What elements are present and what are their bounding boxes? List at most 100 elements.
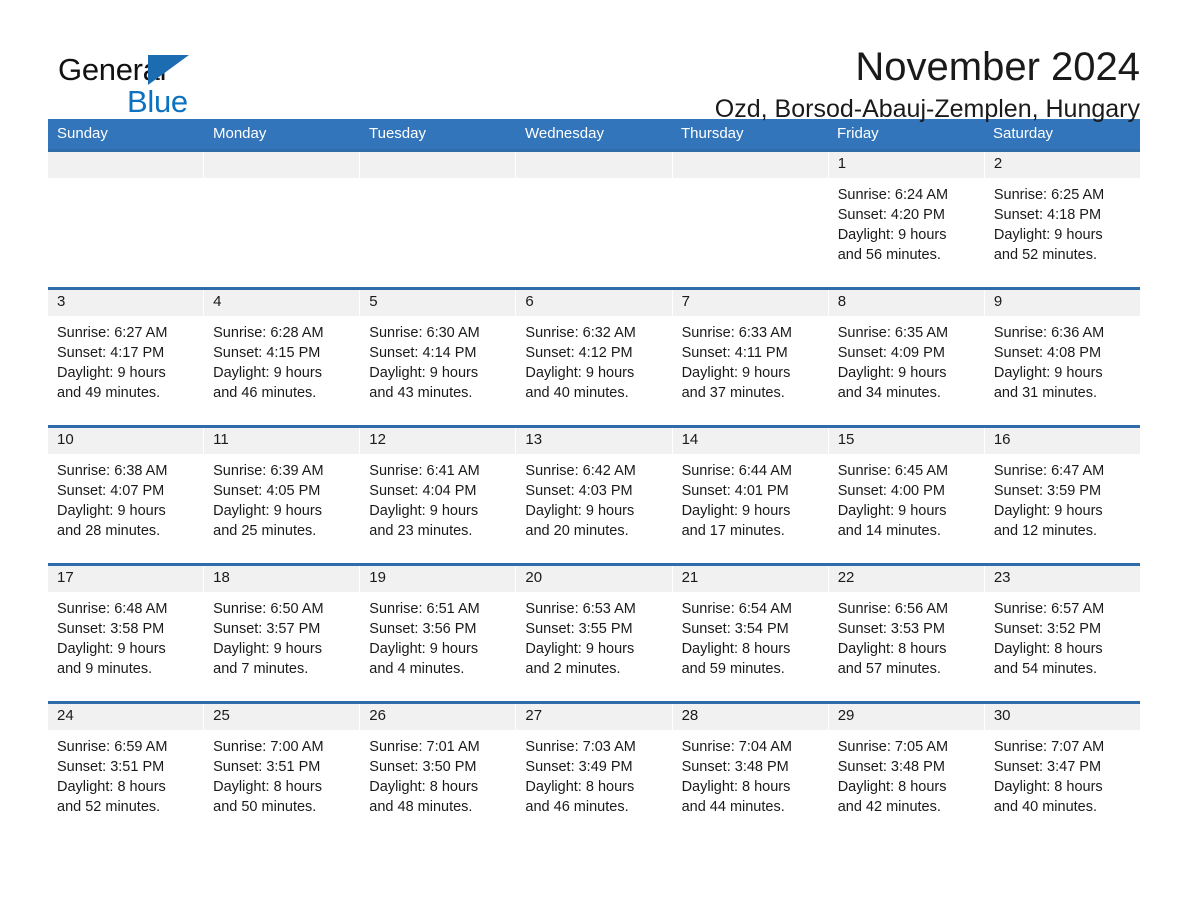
sunrise-text: Sunrise: 6:30 AM xyxy=(369,325,480,341)
calendar-day-cell[interactable]: 3 Sunrise: 6:27 AM Sunset: 4:17 PM Daylight… xyxy=(48,290,205,425)
sunrise-text: Sunrise: 7:04 AM xyxy=(681,739,792,755)
calendar-day-cell[interactable]: 29 Sunrise: 7:05 AM Sunset: 3:48 PM Dayligh… xyxy=(828,704,985,839)
sunset-text: Sunset: 3:58 PM xyxy=(57,621,165,637)
day-number-strip: 1 xyxy=(828,152,984,178)
day-number-strip: 7 xyxy=(672,290,828,316)
calendar-day-cell[interactable]: 6 Sunrise: 6:32 AM Sunset: 4:12 PM Daylight… xyxy=(516,290,673,425)
calendar-day-cell[interactable]: 10 Sunrise: 6:38 AM Sunset: 4:07 PM Dayligh… xyxy=(48,428,205,563)
daylight-text-cont: and 7 minutes. xyxy=(213,661,309,677)
calendar-day-cell[interactable]: 24 Sunrise: 6:59 AM Sunset: 3:51 PM Dayligh… xyxy=(48,704,205,839)
sunrise-text: Sunrise: 6:25 AM xyxy=(993,187,1105,203)
calendar-day-cell[interactable]: 1 Sunrise: 6:24 AM Sunset: 4:20 PM Daylight… xyxy=(828,152,985,287)
calendar-day-cell[interactable]: 4 Sunrise: 6:28 AM Sunset: 4:15 PM Daylight… xyxy=(204,290,361,425)
calendar-day-cell-empty xyxy=(48,152,205,287)
daylight-text: Daylight: 8 hours xyxy=(369,779,479,795)
daylight-text: Daylight: 9 hours xyxy=(993,227,1103,243)
calendar-day-cell[interactable]: 22 Sunrise: 6:56 AM Sunset: 3:53 PM Dayligh… xyxy=(828,566,985,701)
calendar-day-cell[interactable]: 8 Sunrise: 6:35 AM Sunset: 4:09 PM Daylight… xyxy=(828,290,985,425)
logo-text-blue: Blue xyxy=(127,84,188,119)
calendar-day-cell[interactable]: 23 Sunrise: 6:57 AM Sunset: 3:52 PM Dayligh… xyxy=(984,566,1140,701)
sunset-text: Sunset: 3:48 PM xyxy=(681,759,789,775)
day-details: Sunrise: 6:47 AM Sunset: 3:59 PM Daylight:… xyxy=(985,454,1140,541)
daylight-text-cont: and 23 minutes. xyxy=(369,523,473,539)
calendar-day-cell[interactable]: 26 Sunrise: 7:01 AM Sunset: 3:50 PM Dayligh… xyxy=(360,704,517,839)
day-number: 7 xyxy=(681,293,690,310)
day-number-strip xyxy=(360,152,516,178)
calendar-day-cell[interactable]: 28 Sunrise: 7:04 AM Sunset: 3:48 PM Dayligh… xyxy=(672,704,829,839)
calendar-day-cell[interactable]: 17 Sunrise: 6:48 AM Sunset: 3:58 PM Dayligh… xyxy=(48,566,205,701)
day-number-strip: 6 xyxy=(516,290,672,316)
calendar-day-cell[interactable]: 25 Sunrise: 7:00 AM Sunset: 3:51 PM Dayligh… xyxy=(204,704,361,839)
title-block: November 2024 Ozd, Borsod-Abauj-Zemplen,… xyxy=(208,46,1140,124)
daylight-text: Daylight: 9 hours xyxy=(369,503,479,519)
day-details: Sunrise: 6:33 AM Sunset: 4:11 PM Daylight:… xyxy=(673,316,828,403)
daylight-text: Daylight: 8 hours xyxy=(57,779,166,795)
daylight-text-cont: and 44 minutes. xyxy=(681,799,785,815)
day-details: Sunrise: 6:35 AM Sunset: 4:09 PM Daylight:… xyxy=(829,316,984,403)
calendar-day-cell[interactable]: 20 Sunrise: 6:53 AM Sunset: 3:55 PM Dayligh… xyxy=(516,566,673,701)
calendar-page: General Blue November 2024 Ozd, Borsod-A… xyxy=(0,0,1188,918)
day-number-strip: 19 xyxy=(360,566,516,592)
calendar-day-cell[interactable]: 12 Sunrise: 6:41 AM Sunset: 4:04 PM Dayligh… xyxy=(360,428,517,563)
day-details xyxy=(673,178,828,185)
day-number: 16 xyxy=(993,431,1011,448)
calendar-week-row: 24 Sunrise: 6:59 AM Sunset: 3:51 PM Dayligh… xyxy=(48,701,1140,839)
day-number: 10 xyxy=(57,431,74,448)
day-details: Sunrise: 6:54 AM Sunset: 3:54 PM Daylight:… xyxy=(673,592,828,679)
calendar-week-row: 17 Sunrise: 6:48 AM Sunset: 3:58 PM Dayligh… xyxy=(48,563,1140,701)
calendar-day-cell[interactable]: 7 Sunrise: 6:33 AM Sunset: 4:11 PM Daylight… xyxy=(672,290,829,425)
weekday-header-friday: Friday xyxy=(837,125,879,142)
day-number: 8 xyxy=(837,293,847,310)
sunset-text: Sunset: 4:00 PM xyxy=(837,483,945,499)
daylight-text-cont: and 43 minutes. xyxy=(369,385,473,401)
sunset-text: Sunset: 4:08 PM xyxy=(993,345,1102,361)
daylight-text-cont: and 40 minutes. xyxy=(993,799,1098,815)
day-number: 13 xyxy=(525,431,543,448)
calendar-day-cell[interactable]: 13 Sunrise: 6:42 AM Sunset: 4:03 PM Dayligh… xyxy=(516,428,673,563)
day-number-strip: 13 xyxy=(516,428,672,454)
daylight-text-cont: and 2 minutes. xyxy=(525,661,621,677)
sunset-text: Sunset: 3:59 PM xyxy=(993,483,1102,499)
day-number: 3 xyxy=(57,293,66,310)
sunrise-text: Sunrise: 6:45 AM xyxy=(837,463,949,479)
daylight-text: Daylight: 8 hours xyxy=(681,641,791,657)
calendar-day-cell[interactable]: 30 Sunrise: 7:07 AM Sunset: 3:47 PM Dayligh… xyxy=(984,704,1140,839)
daylight-text-cont: and 48 minutes. xyxy=(369,799,473,815)
day-number-strip: 25 xyxy=(204,704,360,730)
calendar-week-row: 10 Sunrise: 6:38 AM Sunset: 4:07 PM Dayligh… xyxy=(48,425,1140,563)
day-number-strip: 30 xyxy=(984,704,1140,730)
sunrise-text: Sunrise: 6:59 AM xyxy=(57,739,168,755)
page-title: November 2024 xyxy=(855,45,1140,89)
day-details: Sunrise: 6:57 AM Sunset: 3:52 PM Daylight:… xyxy=(985,592,1140,679)
calendar-day-cell[interactable]: 27 Sunrise: 7:03 AM Sunset: 3:49 PM Dayligh… xyxy=(516,704,673,839)
day-number-strip: 2 xyxy=(984,152,1140,178)
calendar-day-cell[interactable]: 2 Sunrise: 6:25 AM Sunset: 4:18 PM Daylight… xyxy=(984,152,1140,287)
daylight-text-cont: and 49 minutes. xyxy=(57,385,161,401)
day-details: Sunrise: 6:50 AM Sunset: 3:57 PM Daylight:… xyxy=(204,592,359,679)
daylight-text-cont: and 28 minutes. xyxy=(57,523,161,539)
calendar-day-cell[interactable]: 21 Sunrise: 6:54 AM Sunset: 3:54 PM Dayligh… xyxy=(672,566,829,701)
calendar-day-cell[interactable]: 19 Sunrise: 6:51 AM Sunset: 3:56 PM Dayligh… xyxy=(360,566,517,701)
calendar-day-cell[interactable]: 15 Sunrise: 6:45 AM Sunset: 4:00 PM Dayligh… xyxy=(828,428,985,563)
calendar-day-cell[interactable]: 14 Sunrise: 6:44 AM Sunset: 4:01 PM Dayligh… xyxy=(672,428,829,563)
daylight-text: Daylight: 9 hours xyxy=(369,365,479,381)
day-number: 4 xyxy=(213,293,222,310)
daylight-text-cont: and 37 minutes. xyxy=(681,385,785,401)
generalblue-logo: General Blue xyxy=(48,46,208,118)
calendar-day-cell[interactable]: 18 Sunrise: 6:50 AM Sunset: 3:57 PM Dayligh… xyxy=(204,566,361,701)
day-number: 15 xyxy=(837,431,855,448)
day-details: Sunrise: 6:42 AM Sunset: 4:03 PM Daylight:… xyxy=(516,454,671,541)
day-number-strip: 24 xyxy=(48,704,204,730)
calendar-day-cell[interactable]: 16 Sunrise: 6:47 AM Sunset: 3:59 PM Dayligh… xyxy=(984,428,1140,563)
daylight-text: Daylight: 9 hours xyxy=(837,227,947,243)
day-number: 28 xyxy=(681,707,699,724)
daylight-text-cont: and 31 minutes. xyxy=(993,385,1098,401)
calendar-day-cell[interactable]: 11 Sunrise: 6:39 AM Sunset: 4:05 PM Dayligh… xyxy=(204,428,361,563)
day-number-strip: 9 xyxy=(984,290,1140,316)
calendar-day-cell[interactable]: 9 Sunrise: 6:36 AM Sunset: 4:08 PM Daylight… xyxy=(984,290,1140,425)
day-number-strip: 15 xyxy=(828,428,984,454)
daylight-text-cont: and 42 minutes. xyxy=(837,799,941,815)
day-number-strip: 22 xyxy=(828,566,984,592)
day-number-strip xyxy=(672,152,828,178)
calendar-day-cell[interactable]: 5 Sunrise: 6:30 AM Sunset: 4:14 PM Daylight… xyxy=(360,290,517,425)
